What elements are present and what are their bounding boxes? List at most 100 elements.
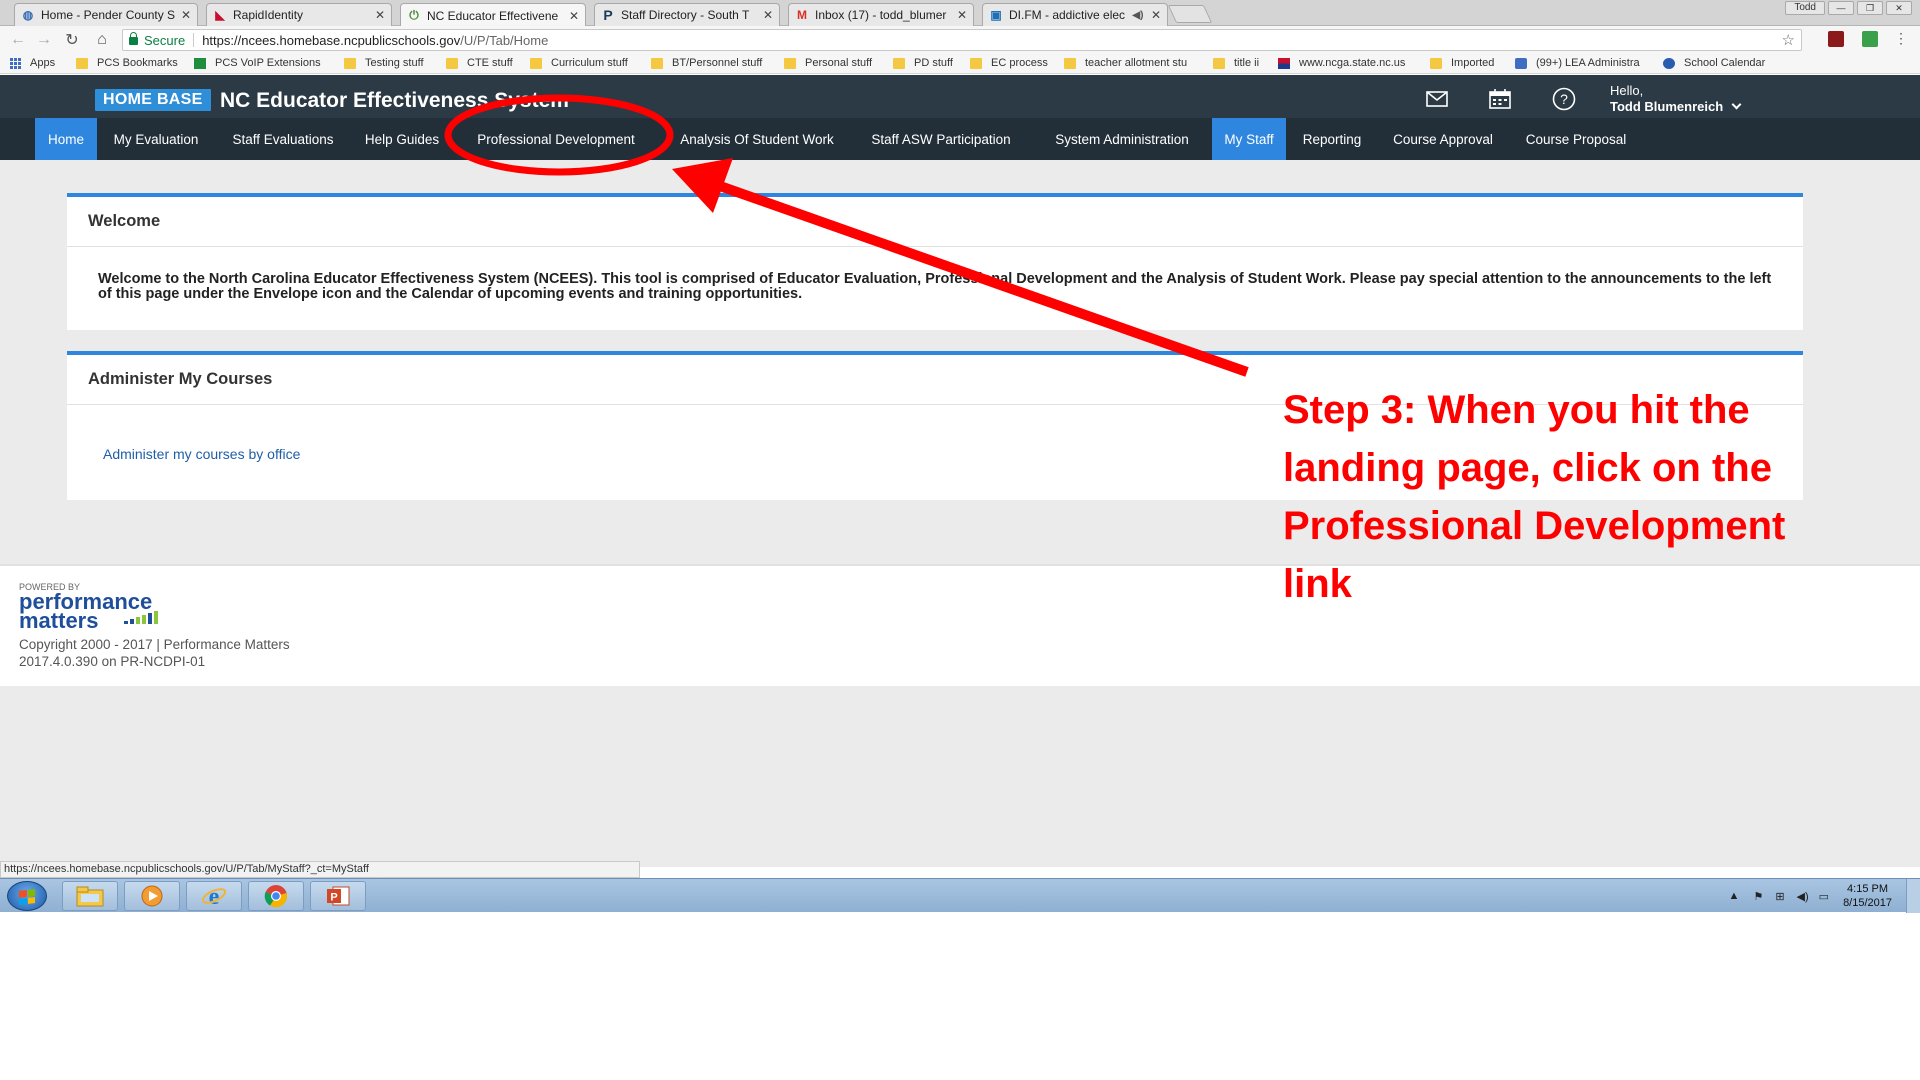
bookmark-folder[interactable]: teacher allotment stu: [1064, 57, 1187, 69]
bookmark-item[interactable]: PCS VoIP Extensions: [194, 57, 321, 69]
browser-tab[interactable]: ◣ RapidIdentity ✕: [206, 3, 392, 26]
close-window-icon[interactable]: ✕: [1886, 1, 1912, 15]
folder-icon: [651, 57, 663, 69]
explorer-icon[interactable]: [62, 881, 118, 911]
svg-text:?: ?: [1560, 91, 1568, 107]
secure-indicator[interactable]: Secure: [129, 32, 185, 48]
action-center-flag-icon[interactable]: ⚑: [1753, 890, 1763, 903]
internet-explorer-icon[interactable]: e: [186, 881, 242, 911]
browser-tab[interactable]: M Inbox (17) - todd_blumer ✕: [788, 3, 974, 26]
homebase-logo[interactable]: HOME BASE: [95, 89, 211, 111]
calendar-globe-icon: [1663, 57, 1675, 69]
globe-icon: ◍: [22, 8, 34, 22]
gmail-icon: M: [797, 8, 807, 22]
url-host: https://ncees.homebase.ncpublicschools.g…: [202, 32, 461, 48]
nav-my-staff[interactable]: My Staff: [1212, 118, 1286, 160]
drive-extension-icon[interactable]: [1862, 31, 1878, 47]
forward-icon[interactable]: →: [34, 30, 54, 50]
mail-icon[interactable]: [1425, 87, 1449, 111]
svg-text:P: P: [330, 892, 337, 904]
bookmark-folder[interactable]: CTE stuff: [446, 57, 513, 69]
folder-icon: [893, 57, 905, 69]
browser-tab[interactable]: ◍ Home - Pender County S ✕: [14, 3, 198, 26]
media-player-icon[interactable]: [124, 881, 180, 911]
bookmarks-bar: Apps PCS Bookmarks PCS VoIP Extensions T…: [0, 54, 1920, 74]
bookmark-folder[interactable]: EC process: [970, 57, 1048, 69]
bookmark-folder[interactable]: Testing stuff: [344, 57, 424, 69]
show-hidden-icons[interactable]: ▲: [1729, 890, 1740, 902]
browser-tab-active[interactable]: ⏻ NC Educator Effectivene ✕: [400, 3, 586, 27]
bookmark-item[interactable]: School Calendar: [1663, 57, 1765, 69]
browser-tab[interactable]: P Staff Directory - South T ✕: [594, 3, 780, 26]
help-icon[interactable]: ?: [1552, 87, 1576, 111]
address-bar[interactable]: Secure https://ncees.homebase.ncpublicsc…: [122, 29, 1802, 51]
nav-system-administration[interactable]: System Administration: [1036, 118, 1208, 160]
calendar-icon[interactable]: [1488, 87, 1512, 111]
nav-my-evaluation[interactable]: My Evaluation: [103, 118, 209, 160]
bookmark-folder[interactable]: PD stuff: [893, 57, 953, 69]
start-button[interactable]: [7, 881, 47, 911]
nav-course-proposal[interactable]: Course Proposal: [1514, 118, 1638, 160]
acrobat-extension-icon[interactable]: [1828, 31, 1844, 47]
close-tab-icon[interactable]: ✕: [375, 8, 385, 22]
display-icon[interactable]: ▭: [1819, 890, 1829, 903]
profile-chip[interactable]: Todd: [1785, 1, 1825, 15]
nav-course-approval[interactable]: Course Approval: [1381, 118, 1505, 160]
show-desktop-button[interactable]: [1906, 879, 1920, 913]
windows-flag-icon: [19, 889, 35, 905]
ncga-icon: [1278, 57, 1290, 69]
nav-home[interactable]: Home: [35, 118, 97, 160]
administer-courses-link[interactable]: Administer my courses by office: [103, 446, 300, 462]
difm-icon: ▣: [990, 8, 1002, 22]
minimize-icon[interactable]: —: [1828, 1, 1854, 15]
volume-icon[interactable]: ◀): [1797, 890, 1809, 903]
version-text: 2017.4.0.390 on PR-NCDPI-01: [19, 654, 206, 669]
close-tab-icon[interactable]: ✕: [763, 8, 773, 22]
close-tab-icon[interactable]: ✕: [1151, 8, 1161, 22]
nav-analysis-of-student-work[interactable]: Analysis Of Student Work: [667, 118, 847, 160]
nav-reporting[interactable]: Reporting: [1293, 118, 1371, 160]
bookmark-folder[interactable]: Curriculum stuff: [530, 57, 628, 69]
browser-menu-icon[interactable]: ⋮: [1894, 30, 1908, 47]
bookmark-item[interactable]: (99+) LEA Administra: [1515, 57, 1640, 69]
nav-professional-development[interactable]: Professional Development: [458, 118, 654, 160]
homebase-icon: ⏻: [409, 8, 419, 22]
bookmark-folder[interactable]: title ii: [1213, 57, 1259, 69]
url-path: /U/P/Tab/Home: [460, 32, 549, 48]
nav-staff-evaluations[interactable]: Staff Evaluations: [219, 118, 347, 160]
reload-icon[interactable]: ↻: [62, 30, 82, 50]
taskbar-clock[interactable]: 4:15 PM 8/15/2017: [1843, 882, 1892, 910]
app-header: HOME BASE NC Educator Effectiveness Syst…: [0, 75, 1920, 118]
folder-icon: [784, 57, 796, 69]
network-icon[interactable]: ⊞: [1775, 890, 1784, 903]
copyright-text: Copyright 2000 - 2017 | Performance Matt…: [19, 637, 290, 669]
bookmark-item[interactable]: www.ncga.state.nc.us: [1278, 57, 1405, 69]
speaker-icon: ◀): [1132, 9, 1144, 21]
restore-icon[interactable]: ❐: [1857, 1, 1883, 15]
bookmark-star-icon[interactable]: ☆: [1782, 31, 1795, 49]
bookmark-folder[interactable]: PCS Bookmarks: [76, 57, 178, 69]
powerpoint-icon[interactable]: P: [310, 881, 366, 911]
bookmark-folder[interactable]: Imported: [1430, 57, 1494, 69]
user-menu[interactable]: Hello, Todd Blumenreich: [1610, 83, 1742, 115]
home-icon[interactable]: ⌂: [92, 30, 112, 50]
divider: [193, 33, 195, 47]
bookmark-folder[interactable]: Personal stuff: [784, 57, 872, 69]
back-icon[interactable]: ←: [8, 30, 28, 50]
nav-help-guides[interactable]: Help Guides: [355, 118, 449, 160]
nav-staff-asw-participation[interactable]: Staff ASW Participation: [856, 118, 1026, 160]
new-tab-button[interactable]: [1167, 5, 1213, 23]
chrome-icon[interactable]: [248, 881, 304, 911]
sheet-icon: [194, 57, 206, 69]
browser-tab[interactable]: ▣ DI.FM - addictive elec ◀) ✕: [982, 3, 1168, 26]
logo-bars-icon: [124, 611, 158, 624]
folder-icon: [446, 57, 458, 69]
close-tab-icon[interactable]: ✕: [957, 8, 967, 22]
bookmark-apps[interactable]: Apps: [10, 57, 55, 69]
browser-tab-strip: ◍ Home - Pender County S ✕ ◣ RapidIdenti…: [0, 0, 1920, 27]
lock-icon: [129, 32, 138, 45]
close-tab-icon[interactable]: ✕: [569, 9, 579, 23]
user-name: Todd Blumenreich: [1610, 99, 1724, 114]
close-tab-icon[interactable]: ✕: [181, 8, 191, 22]
bookmark-folder[interactable]: BT/Personnel stuff: [651, 57, 762, 69]
